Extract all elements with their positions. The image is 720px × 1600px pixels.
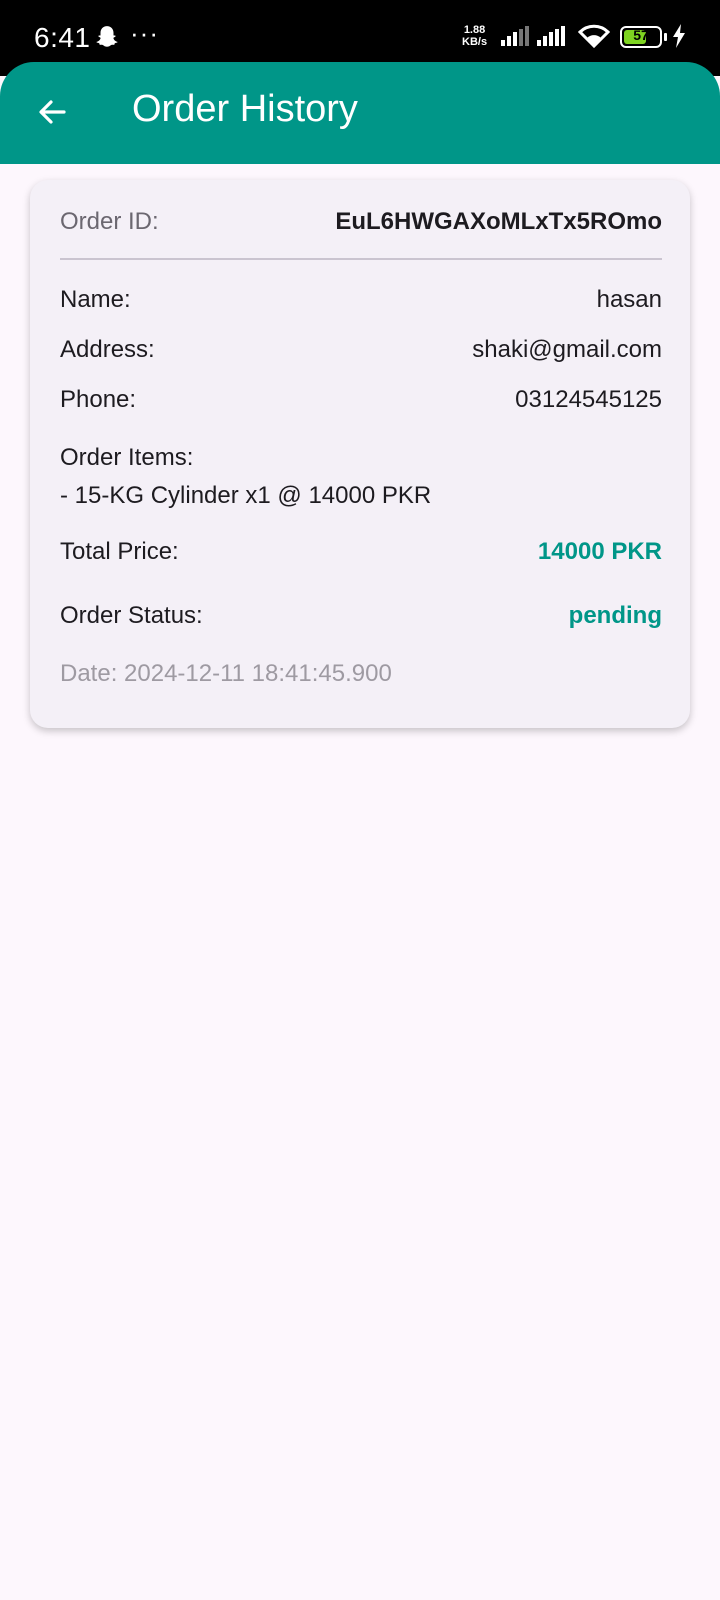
snapchat-ghost-icon xyxy=(96,26,118,47)
phone-label: Phone: xyxy=(60,386,137,413)
network-speed: 1.88 KB/s xyxy=(462,24,488,48)
status-time: 6:41 xyxy=(34,22,91,53)
total-price-label: Total Price: xyxy=(60,538,179,565)
order-id-row: Order ID: EuL6HWGAXoMLxTx5ROmo xyxy=(60,208,662,236)
charging-bolt-icon xyxy=(673,24,685,48)
battery-level: 57 xyxy=(633,27,649,43)
order-status-value: pending xyxy=(568,602,662,629)
phone-row: Phone: 03124545125 xyxy=(60,386,662,414)
order-date: Date: 2024-12-11 18:41:45.900 xyxy=(60,660,392,687)
name-value: hasan xyxy=(596,286,662,313)
divider xyxy=(60,258,662,260)
address-label: Address: xyxy=(60,336,155,363)
total-price-value: 14000 PKR xyxy=(537,538,662,565)
name-label: Name: xyxy=(60,286,131,313)
order-id-value: EuL6HWGAXoMLxTx5ROmo xyxy=(335,208,662,235)
page-title: Order History xyxy=(132,88,358,130)
arrow-left-icon xyxy=(39,100,66,124)
name-row: Name: hasan xyxy=(60,286,662,314)
order-items-label: Order Items: xyxy=(60,444,194,471)
order-status-label: Order Status: xyxy=(60,602,203,629)
app-bar: Order History xyxy=(0,62,720,164)
order-card[interactable]: Order ID: EuL6HWGAXoMLxTx5ROmo Name: has… xyxy=(30,180,690,728)
order-item-line: - 15-KG Cylinder x1 @ 14000 PKR xyxy=(60,482,432,509)
total-price-row: Total Price: 14000 PKR xyxy=(60,538,662,566)
wifi-icon xyxy=(578,24,610,48)
address-value: shaki@gmail.com xyxy=(472,336,662,363)
back-button[interactable] xyxy=(30,90,74,134)
phone-value: 03124545125 xyxy=(515,386,662,413)
order-status-row: Order Status: pending xyxy=(60,602,662,630)
signal-icon xyxy=(537,26,565,46)
more-notifications-icon: ··· xyxy=(130,18,159,48)
address-row: Address: shaki@gmail.com xyxy=(60,336,662,364)
signal-icon xyxy=(501,26,529,46)
order-id-label: Order ID: xyxy=(60,208,159,235)
